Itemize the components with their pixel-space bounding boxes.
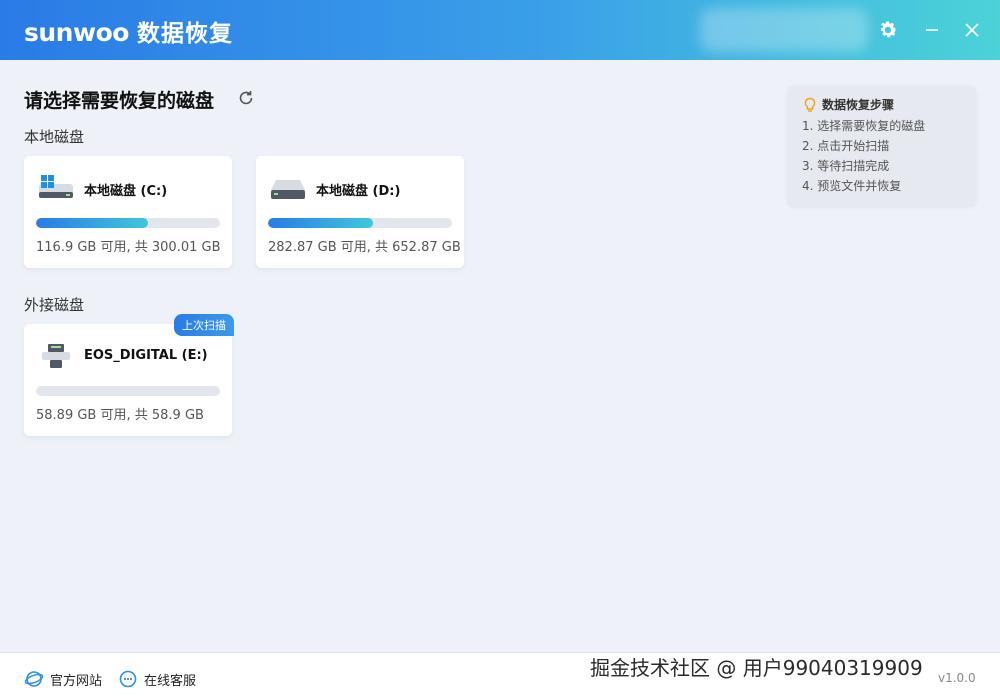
disk-capacity: 116.9 GB 可用, 共 300.01 GB (36, 240, 221, 255)
globe-icon (24, 671, 44, 687)
disk-name: 本地磁盘 (C:) (84, 184, 168, 199)
step-item: 2. 点击开始扫描 (802, 139, 890, 153)
step-item: 1. 选择需要恢复的磁盘 (802, 119, 926, 133)
recovery-steps-panel: 数据恢复步骤 1. 选择需要恢复的磁盘 2. 点击开始扫描 3. 等待扫描完成 … (788, 86, 976, 206)
blurred-user-area (700, 8, 868, 52)
disk-card-d[interactable]: 本地磁盘 (D:) 282.87 GB 可用, 共 652.87 GB (256, 156, 464, 268)
steps-title: 数据恢复步骤 (822, 98, 895, 112)
watermark-text: 掘金技术社区 @ 用户99040319909 (590, 656, 923, 680)
minimize-icon (926, 29, 938, 31)
online-support-label: 在线客服 (144, 673, 197, 689)
brand-subtitle: 数据恢复 (136, 21, 233, 47)
usage-bar-fill (268, 218, 373, 228)
usage-bar (36, 218, 220, 228)
external-disks-label: 外接磁盘 (24, 296, 85, 314)
step-item: 4. 预览文件并恢复 (802, 179, 902, 193)
official-website-label: 官方网站 (50, 673, 103, 689)
close-button[interactable] (956, 14, 988, 46)
version-label: v1.0.0 (938, 671, 976, 685)
page-title: 请选择需要恢复的磁盘 (24, 90, 215, 112)
gear-icon (881, 21, 897, 38)
usage-bar-fill (36, 218, 149, 228)
disk-capacity: 282.87 GB 可用, 共 652.87 GB (268, 240, 461, 255)
disk-card-e[interactable]: 上次扫描 EOS_DIGITAL (E:) 58.89 GB 可用, 共 58.… (24, 314, 234, 436)
refresh-icon (239, 91, 253, 105)
usage-bar (36, 386, 220, 396)
disk-card-c[interactable]: 本地磁盘 (C:) 116.9 GB 可用, 共 300.01 GB (24, 156, 232, 268)
local-disks-label: 本地磁盘 (24, 128, 85, 146)
usb-drive-icon (42, 344, 70, 368)
disk-capacity: 58.89 GB 可用, 共 58.9 GB (36, 408, 204, 423)
online-support-link[interactable]: 在线客服 (118, 669, 196, 689)
title-bar: sunwoo 数据恢复 (0, 0, 1000, 60)
brand-name: sunwoo (24, 18, 129, 47)
usage-bar (268, 218, 452, 228)
minimize-button[interactable] (916, 14, 948, 46)
refresh-button[interactable] (236, 88, 256, 108)
hard-drive-icon (271, 180, 305, 199)
windows-drive-icon (39, 175, 73, 198)
lightbulb-icon (804, 97, 816, 112)
steps-header: 数据恢复步骤 (802, 96, 962, 113)
app-brand: sunwoo 数据恢复 (24, 14, 233, 48)
disk-name: EOS_DIGITAL (E:) (84, 348, 208, 363)
official-website-link[interactable]: 官方网站 (24, 669, 102, 689)
settings-button[interactable] (872, 14, 904, 46)
disk-name: 本地磁盘 (D:) (316, 184, 401, 199)
support-chat-icon (119, 670, 137, 688)
close-icon (965, 23, 979, 37)
step-item: 3. 等待扫描完成 (802, 159, 890, 173)
last-scan-badge: 上次扫描 (174, 314, 234, 336)
